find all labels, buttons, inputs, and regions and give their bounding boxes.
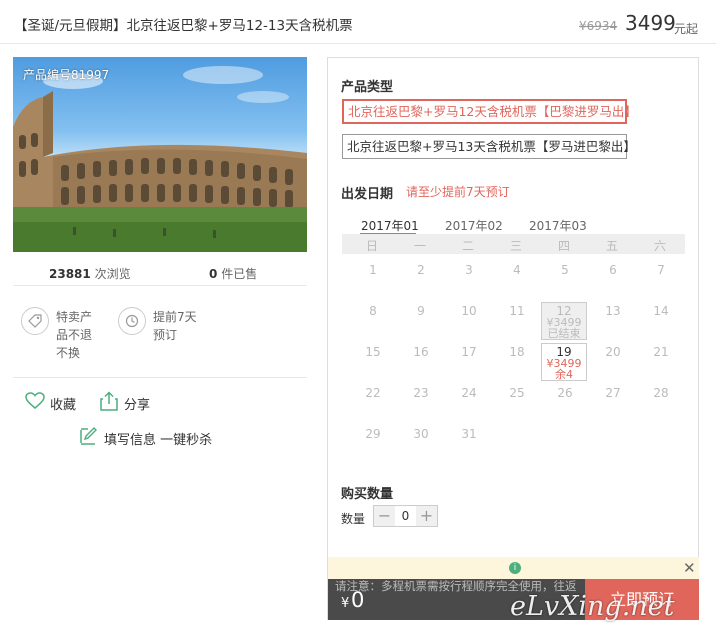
calendar-day: 6 [609, 263, 617, 277]
feature-text-line: 特卖产 [56, 310, 93, 324]
day-status: 已结束 [547, 327, 581, 340]
calendar-day: 8 [369, 304, 377, 318]
view-count-value: 23881 [49, 267, 91, 281]
sold-count-label: 件已售 [221, 267, 258, 281]
calendar-day: 3 [465, 263, 473, 277]
calendar-day: 24 [461, 386, 477, 400]
site-watermark: eLvXing.net [510, 591, 675, 622]
price-unit: 元起 [674, 22, 699, 36]
product-option-13day[interactable]: 北京往返巴黎+罗马13天含税机票【罗马进巴黎出】 [342, 134, 636, 159]
calendar-day: 25 [509, 386, 525, 400]
product-header: 【圣诞/元旦假期】北京往返巴黎+罗马12-13天含税机票 ¥6934 3499 … [0, 0, 716, 44]
product-number: 产品编号81997 [23, 68, 110, 82]
calendar-day: 30 [413, 427, 429, 441]
day-status: 余4 [555, 368, 573, 381]
calendar-day: 17 [461, 345, 477, 359]
calendar-day: 11 [509, 304, 525, 318]
current-price: 3499 [625, 11, 676, 35]
colosseum-illustration [13, 66, 307, 252]
calendar-day: 7 [657, 263, 665, 277]
calendar-day: 4 [513, 263, 521, 277]
quantity-input[interactable]: 0 [395, 506, 416, 526]
close-icon[interactable]: ✕ [683, 559, 696, 577]
decrement-button[interactable]: − [374, 506, 395, 526]
edit-icon[interactable] [79, 427, 97, 448]
feature-text-line: 预订 [153, 328, 178, 342]
weekday-thu: 四 [557, 239, 570, 253]
departure-date-label: 出发日期 [341, 187, 394, 202]
calendar-day: 31 [461, 427, 477, 441]
feature-no-refund: 特卖产 品不退 不换 [56, 308, 92, 362]
quantity-field-label: 数量 [341, 512, 366, 526]
feature-text-line: 提前7天 [153, 310, 197, 324]
increment-button[interactable]: + [416, 506, 437, 526]
calendar-day-soldout: 12 ¥3499 已结束 [541, 302, 587, 340]
tab-month-2017-01[interactable]: 2017年01 [361, 217, 419, 234]
product-option-12day[interactable]: 北京往返巴黎+罗马12天含税机票【巴黎进罗马出】 [342, 99, 637, 124]
calendar-day: 20 [605, 345, 621, 359]
weekday-fri: 五 [605, 239, 618, 253]
weekday-tue: 二 [461, 239, 474, 253]
currency-symbol: ¥ [341, 596, 350, 611]
share-icon[interactable] [100, 391, 118, 414]
product-type-label: 产品类型 [341, 80, 394, 95]
weekday-sat: 六 [653, 239, 666, 253]
fill-info-link[interactable]: 填写信息 一键秒杀 [104, 429, 212, 448]
tab-month-2017-03[interactable]: 2017年03 [529, 217, 587, 234]
calendar-day: 10 [461, 304, 477, 318]
divider [13, 377, 307, 378]
calendar-day: 21 [653, 345, 669, 359]
calendar-day: 14 [653, 304, 669, 318]
feature-text-line: 不换 [56, 346, 81, 360]
booking-hint: 请至少提前7天预订 [406, 185, 510, 199]
calendar-day: 27 [605, 386, 621, 400]
weekday-wed: 三 [509, 239, 522, 253]
view-count-label: 次浏览 [94, 267, 131, 281]
product-photo: 产品编号81997 [13, 57, 307, 252]
calendar-day: 5 [561, 263, 569, 277]
calendar-day: 28 [653, 386, 669, 400]
calendar-day: 26 [557, 386, 573, 400]
heart-icon[interactable] [25, 392, 45, 413]
calendar-day: 2 [417, 263, 425, 277]
quantity-label: 购买数量 [341, 487, 394, 502]
quantity-stepper: − 0 + [373, 505, 438, 527]
product-stats: 23881 次浏览 0 件已售 [13, 262, 307, 286]
calendar-day: 18 [509, 345, 525, 359]
total-amount: 0 [351, 588, 365, 612]
calendar-day: 23 [413, 386, 429, 400]
sold-count-value: 0 [209, 267, 218, 281]
calendar-day: 16 [413, 345, 429, 359]
tag-icon [21, 307, 49, 335]
clock-icon [118, 307, 146, 335]
weekday-mon: 一 [413, 239, 426, 253]
share-button[interactable]: 分享 [124, 394, 150, 413]
tab-month-2017-02[interactable]: 2017年02 [445, 217, 503, 234]
sold-count: 0 件已售 [209, 265, 257, 282]
calendar-day-available[interactable]: 19 ¥3499 余4 [541, 343, 587, 381]
calendar-day: 13 [605, 304, 621, 318]
calendar-day: 1 [369, 263, 377, 277]
product-title: 【圣诞/元旦假期】北京往返巴黎+罗马12-13天含税机票 [14, 18, 353, 34]
calendar-day: 22 [365, 386, 381, 400]
calendar-day: 29 [365, 427, 381, 441]
calendar-day: 9 [417, 304, 425, 318]
calendar-day: 15 [365, 345, 381, 359]
feature-advance-booking: 提前7天 预订 [153, 308, 197, 344]
feature-text-line: 品不退 [56, 328, 93, 342]
view-count: 23881 次浏览 [49, 265, 131, 282]
favorite-button[interactable]: 收藏 [50, 394, 76, 413]
weekday-sun: 日 [365, 239, 378, 253]
info-icon: i [509, 562, 521, 574]
original-price: ¥6934 [579, 19, 618, 33]
